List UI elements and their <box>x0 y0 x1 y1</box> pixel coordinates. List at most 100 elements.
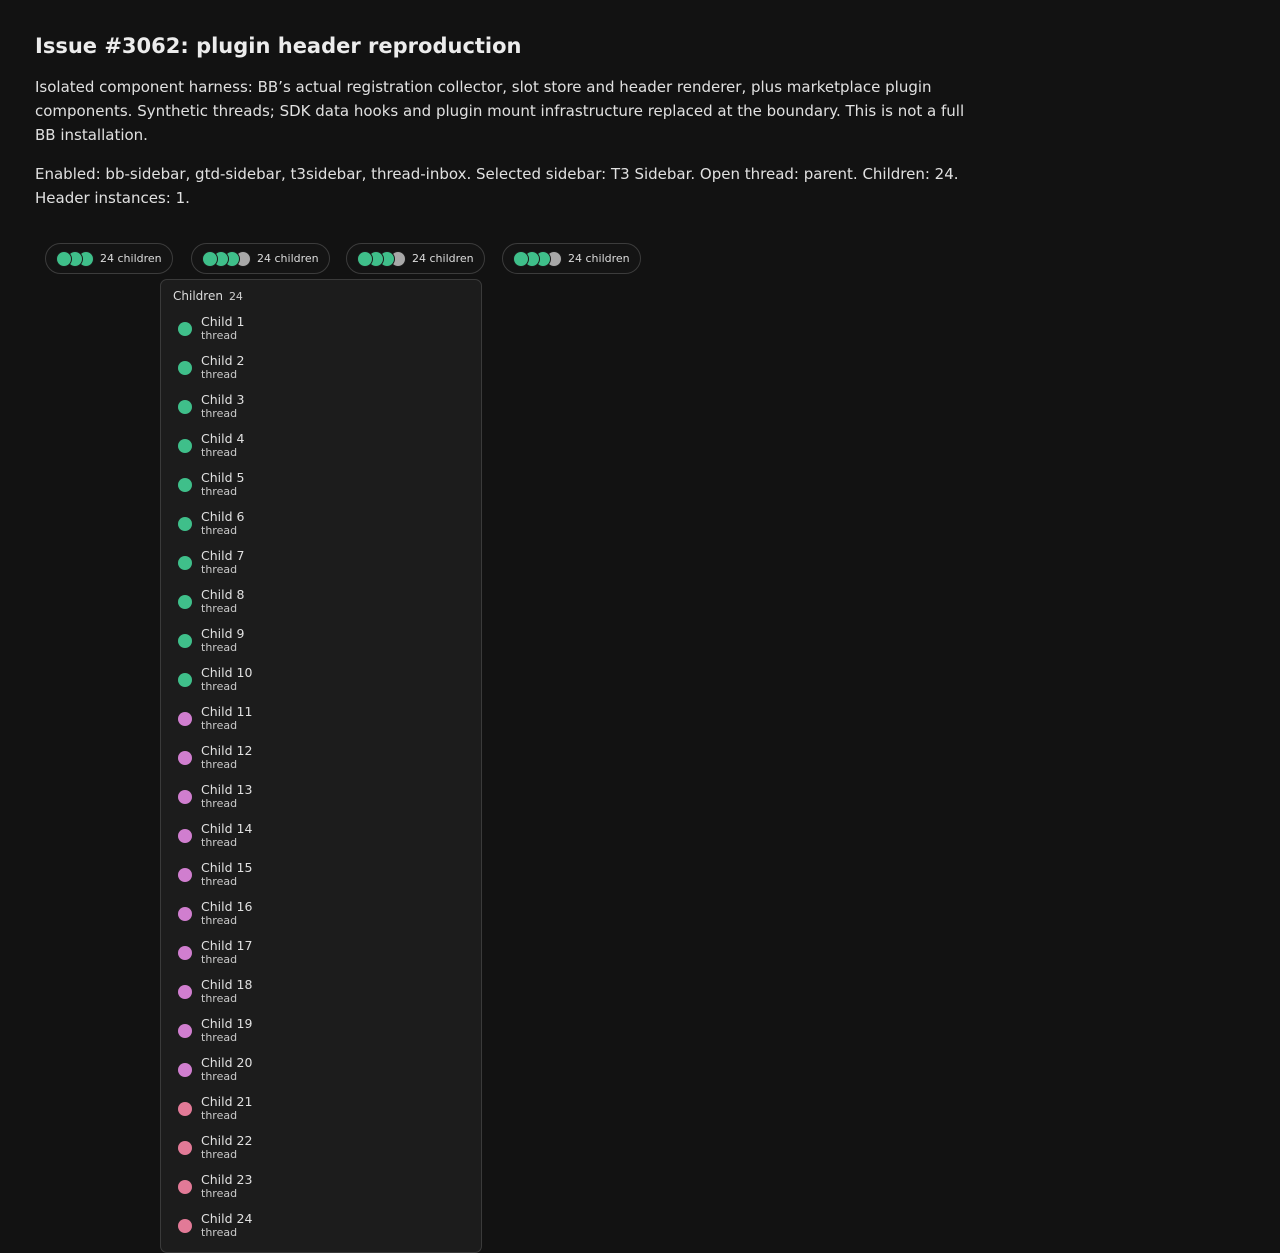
child-thread-item[interactable]: Child 23 thread <box>161 1171 481 1210</box>
child-thread-type: thread <box>201 680 238 693</box>
thread-status-dot-icon <box>178 751 192 765</box>
pill-label: 24 children <box>568 252 630 265</box>
child-thread-name: Child 23 <box>201 1172 253 1187</box>
dropdown-header: Children 24 <box>173 289 243 303</box>
child-thread-item[interactable]: Child 20 thread <box>161 1054 481 1093</box>
thread-status-dot-icon <box>178 1102 192 1116</box>
child-thread-item[interactable]: Child 13 thread <box>161 781 481 820</box>
child-thread-name: Child 7 <box>201 548 245 563</box>
children-pill-button[interactable]: 24 children <box>191 243 330 274</box>
thread-status-dot-icon <box>178 517 192 531</box>
child-thread-item[interactable]: Child 12 thread <box>161 742 481 781</box>
child-thread-type: thread <box>201 836 238 849</box>
thread-status-dot-icon <box>178 946 192 960</box>
child-thread-item[interactable]: Child 21 thread <box>161 1093 481 1132</box>
child-thread-name: Child 13 <box>201 782 253 797</box>
child-thread-name: Child 2 <box>201 353 245 368</box>
page-title: Issue #3062: plugin header reproduction <box>35 34 522 58</box>
child-thread-name: Child 21 <box>201 1094 253 1109</box>
child-thread-type: thread <box>201 329 238 342</box>
child-thread-item[interactable]: Child 17 thread <box>161 937 481 976</box>
thread-status-dot-icon <box>513 250 529 267</box>
avatar-stack <box>357 250 406 267</box>
thread-status-dot-icon <box>178 829 192 843</box>
child-thread-name: Child 8 <box>201 587 245 602</box>
child-thread-type: thread <box>201 1226 238 1239</box>
thread-status-dot-icon <box>178 1141 192 1155</box>
child-thread-item[interactable]: Child 1 thread <box>161 313 481 352</box>
thread-status-dot-icon <box>178 595 192 609</box>
pill-label: 24 children <box>100 252 162 265</box>
thread-status-dot-icon <box>178 868 192 882</box>
child-thread-item[interactable]: Child 9 thread <box>161 625 481 664</box>
child-thread-item[interactable]: Child 22 thread <box>161 1132 481 1171</box>
thread-status-dot-icon <box>178 790 192 804</box>
child-thread-item[interactable]: Child 8 thread <box>161 586 481 625</box>
child-thread-name: Child 19 <box>201 1016 253 1031</box>
child-thread-item[interactable]: Child 14 thread <box>161 820 481 859</box>
children-pill-button[interactable]: 24 children <box>45 243 173 274</box>
child-thread-item[interactable]: Child 19 thread <box>161 1015 481 1054</box>
child-thread-type: thread <box>201 1070 238 1083</box>
child-thread-item[interactable]: Child 16 thread <box>161 898 481 937</box>
child-thread-type: thread <box>201 719 238 732</box>
child-thread-type: thread <box>201 485 238 498</box>
child-thread-type: thread <box>201 368 238 381</box>
children-dropdown: Children 24 Child 1 thread Child 2 thread Chi… <box>160 279 482 1253</box>
thread-status-dot-icon <box>178 1180 192 1194</box>
child-thread-item[interactable]: Child 3 thread <box>161 391 481 430</box>
child-thread-name: Child 4 <box>201 431 245 446</box>
child-thread-item[interactable]: Child 15 thread <box>161 859 481 898</box>
child-thread-type: thread <box>201 407 238 420</box>
child-thread-item[interactable]: Child 11 thread <box>161 703 481 742</box>
thread-status-dot-icon <box>357 250 373 267</box>
thread-status-dot-icon <box>178 478 192 492</box>
child-thread-item[interactable]: Child 2 thread <box>161 352 481 391</box>
child-thread-type: thread <box>201 953 238 966</box>
child-thread-name: Child 9 <box>201 626 245 641</box>
child-thread-item[interactable]: Child 24 thread <box>161 1210 481 1249</box>
child-thread-item[interactable]: Child 7 thread <box>161 547 481 586</box>
child-thread-type: thread <box>201 914 238 927</box>
thread-status-dot-icon <box>178 673 192 687</box>
children-pill-button[interactable]: 24 children <box>346 243 485 274</box>
child-thread-type: thread <box>201 758 238 771</box>
child-thread-type: thread <box>201 446 238 459</box>
child-thread-name: Child 14 <box>201 821 253 836</box>
child-thread-name: Child 6 <box>201 509 245 524</box>
pill-label: 24 children <box>412 252 474 265</box>
child-thread-item[interactable]: Child 4 thread <box>161 430 481 469</box>
child-thread-type: thread <box>201 602 238 615</box>
thread-status-dot-icon <box>178 1219 192 1233</box>
description: Isolated component harness: BB’s actual … <box>35 78 965 144</box>
children-pill-button[interactable]: 24 children <box>502 243 641 274</box>
child-thread-type: thread <box>201 563 238 576</box>
child-thread-name: Child 15 <box>201 860 253 875</box>
child-thread-name: Child 3 <box>201 392 245 407</box>
status-summary: Enabled: bb-sidebar, gtd-sidebar, t3side… <box>35 165 959 207</box>
child-thread-name: Child 1 <box>201 314 245 329</box>
child-thread-type: thread <box>201 875 238 888</box>
child-thread-type: thread <box>201 524 238 537</box>
child-thread-name: Child 10 <box>201 665 253 680</box>
thread-status-dot-icon <box>178 712 192 726</box>
child-thread-name: Child 24 <box>201 1211 253 1226</box>
child-thread-name: Child 12 <box>201 743 253 758</box>
child-thread-item[interactable]: Child 18 thread <box>161 976 481 1015</box>
child-thread-item[interactable]: Child 10 thread <box>161 664 481 703</box>
child-thread-item[interactable]: Child 6 thread <box>161 508 481 547</box>
child-thread-type: thread <box>201 641 238 654</box>
pill-label: 24 children <box>257 252 319 265</box>
thread-status-dot-icon <box>178 1063 192 1077</box>
thread-status-dot-icon <box>178 400 192 414</box>
child-thread-name: Child 16 <box>201 899 253 914</box>
children-list: Child 1 thread Child 2 thread Child 3 thread C… <box>161 313 481 1249</box>
avatar-stack <box>56 250 94 267</box>
thread-status-dot-icon <box>202 250 218 267</box>
child-thread-type: thread <box>201 1031 238 1044</box>
thread-status-dot-icon <box>178 322 192 336</box>
child-thread-item[interactable]: Child 5 thread <box>161 469 481 508</box>
thread-status-dot-icon <box>178 985 192 999</box>
child-thread-name: Child 5 <box>201 470 245 485</box>
child-thread-type: thread <box>201 797 238 810</box>
